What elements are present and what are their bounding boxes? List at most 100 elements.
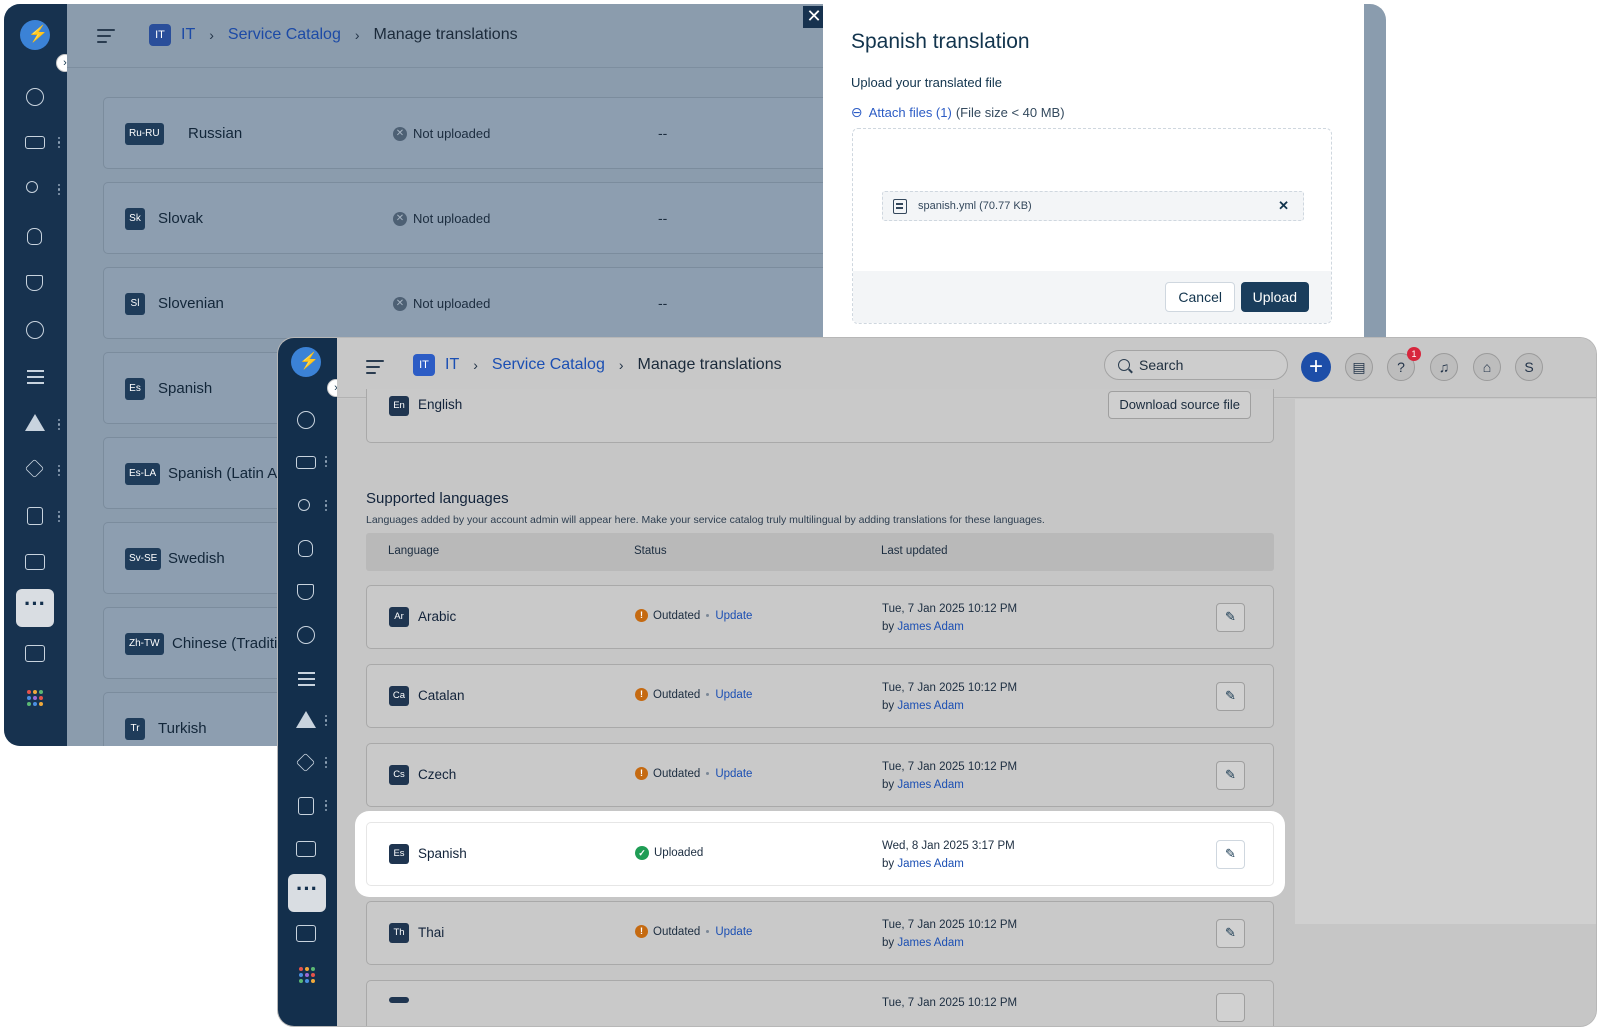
- chevron-right-icon: ›: [618, 357, 624, 373]
- edit-button[interactable]: ✎: [1216, 603, 1245, 632]
- edit-button[interactable]: ✎: [1216, 919, 1245, 948]
- changes-shield-icon[interactable]: [297, 584, 314, 600]
- tasks-list-icon[interactable]: [298, 672, 315, 674]
- releases-bolt-icon[interactable]: [297, 626, 315, 644]
- tasks-list-icon[interactable]: [27, 370, 44, 372]
- app-logo-icon[interactable]: [20, 20, 50, 50]
- outdated-icon: !: [635, 767, 648, 780]
- more-apps-button[interactable]: ···: [16, 589, 54, 627]
- author-link[interactable]: James Adam: [897, 779, 963, 791]
- author-link[interactable]: James Adam: [897, 937, 963, 949]
- assets-layers-icon[interactable]: [24, 458, 45, 479]
- search-icon: [1118, 359, 1130, 371]
- catalog-icon[interactable]: [296, 925, 316, 942]
- tickets-icon[interactable]: [296, 456, 316, 469]
- reports-menu-icon[interactable]: [325, 800, 328, 812]
- update-link[interactable]: Update: [715, 768, 752, 780]
- attached-file: spanish.yml (70.77 KB) ✕: [882, 191, 1304, 221]
- alerts-warning-icon[interactable]: [296, 711, 316, 728]
- back-sidebar: ···: [4, 4, 67, 746]
- edit-button[interactable]: ✎: [1216, 761, 1245, 790]
- menu-icon[interactable]: [97, 29, 115, 43]
- author-link[interactable]: James Adam: [897, 858, 963, 870]
- breadcrumb-workspace[interactable]: IT: [445, 356, 459, 374]
- alerts-menu-icon[interactable]: [325, 715, 328, 727]
- contacts-icon[interactable]: [26, 181, 38, 193]
- language-code: Tr: [125, 718, 145, 740]
- breadcrumb-catalog[interactable]: Service Catalog: [228, 26, 341, 44]
- list-item: Sl Slovenian ✕ Not uploaded --: [103, 267, 840, 339]
- breadcrumb-workspace[interactable]: IT: [181, 26, 195, 44]
- avatar[interactable]: S: [1515, 353, 1543, 381]
- outdated-icon: !: [635, 609, 648, 622]
- language-name: Spanish: [158, 380, 213, 397]
- edit-button[interactable]: [1216, 993, 1245, 1022]
- dashboard-icon[interactable]: [297, 411, 315, 429]
- assets-menu-icon[interactable]: [58, 465, 61, 477]
- status: ! Outdated Update: [635, 609, 752, 622]
- language-name: Czech: [418, 767, 457, 782]
- tickets-menu-icon[interactable]: [325, 456, 328, 468]
- edit-button[interactable]: ✎: [1216, 840, 1245, 869]
- catalog-icon[interactable]: [25, 645, 45, 662]
- problems-bug-icon[interactable]: [27, 228, 42, 245]
- update-link[interactable]: Update: [715, 689, 752, 701]
- breadcrumb-catalog[interactable]: Service Catalog: [492, 356, 605, 374]
- menu-icon[interactable]: [366, 360, 384, 374]
- author-link[interactable]: James Adam: [897, 700, 963, 712]
- releases-bolt-icon[interactable]: [26, 321, 44, 339]
- language-name: English: [418, 397, 463, 412]
- upload-button[interactable]: Upload: [1240, 282, 1309, 312]
- language-code: Ar: [389, 607, 409, 627]
- language-name: Slovak: [158, 210, 204, 227]
- solutions-book-icon[interactable]: [25, 554, 45, 570]
- tickets-icon[interactable]: [25, 136, 45, 149]
- help-count-badge: 1: [1407, 347, 1421, 361]
- edit-button[interactable]: ✎: [1216, 682, 1245, 711]
- language-name: Russian: [188, 125, 243, 142]
- apps-grid-icon[interactable]: [299, 967, 315, 983]
- contacts-menu-icon[interactable]: [58, 184, 61, 196]
- language-code: Ru-RU: [125, 123, 164, 145]
- dropzone[interactable]: spanish.yml (70.77 KB) ✕ Cancel Upload: [852, 128, 1332, 324]
- side-panel: [1295, 399, 1596, 924]
- tasks-list-line: [27, 376, 44, 378]
- contacts-icon[interactable]: [298, 499, 310, 511]
- contacts-menu-icon[interactable]: [325, 500, 328, 512]
- remove-file-icon[interactable]: ✕: [1278, 198, 1289, 214]
- file-name: spanish.yml (70.77 KB): [918, 200, 1032, 212]
- reports-menu-icon[interactable]: [58, 511, 61, 523]
- alerts-warning-icon[interactable]: [25, 414, 45, 431]
- language-name: Spanish (Latin Ar: [168, 465, 283, 482]
- service-catalog-icon[interactable]: ▤: [1345, 353, 1373, 381]
- reports-icon[interactable]: [27, 507, 43, 525]
- assets-layers-icon[interactable]: [295, 752, 316, 773]
- reports-icon[interactable]: [298, 797, 314, 815]
- section-description: Languages added by your account admin wi…: [366, 514, 1045, 526]
- changes-shield-icon[interactable]: [26, 275, 43, 291]
- tasks-list-line: [27, 382, 44, 384]
- new-item-button[interactable]: +: [1301, 352, 1331, 382]
- alerts-menu-icon[interactable]: [58, 419, 61, 431]
- tasks-list-line: [298, 678, 315, 680]
- problems-bug-icon[interactable]: [298, 540, 313, 557]
- solutions-book-icon[interactable]: [296, 841, 316, 857]
- update-link[interactable]: Update: [715, 610, 752, 622]
- dashboard-icon[interactable]: [26, 88, 44, 106]
- apps-grid-icon[interactable]: [27, 690, 43, 706]
- tickets-menu-icon[interactable]: [58, 137, 61, 149]
- cancel-button[interactable]: Cancel: [1165, 282, 1235, 312]
- attach-files-link[interactable]: Attach files (1): [869, 105, 952, 120]
- outdated-icon: !: [635, 925, 648, 938]
- close-icon[interactable]: ✕: [803, 6, 825, 28]
- author-link[interactable]: James Adam: [897, 621, 963, 633]
- app-logo-icon[interactable]: [291, 347, 321, 377]
- download-source-button[interactable]: Download source file: [1108, 391, 1251, 419]
- search-input[interactable]: Search: [1104, 350, 1288, 380]
- marketplace-icon[interactable]: ⌂: [1473, 353, 1501, 381]
- assets-menu-icon[interactable]: [325, 757, 328, 769]
- more-apps-button[interactable]: ···: [288, 874, 326, 912]
- update-link[interactable]: Update: [715, 926, 752, 938]
- bell-icon[interactable]: ♫: [1430, 353, 1458, 381]
- language-code: Zh-TW: [125, 633, 164, 655]
